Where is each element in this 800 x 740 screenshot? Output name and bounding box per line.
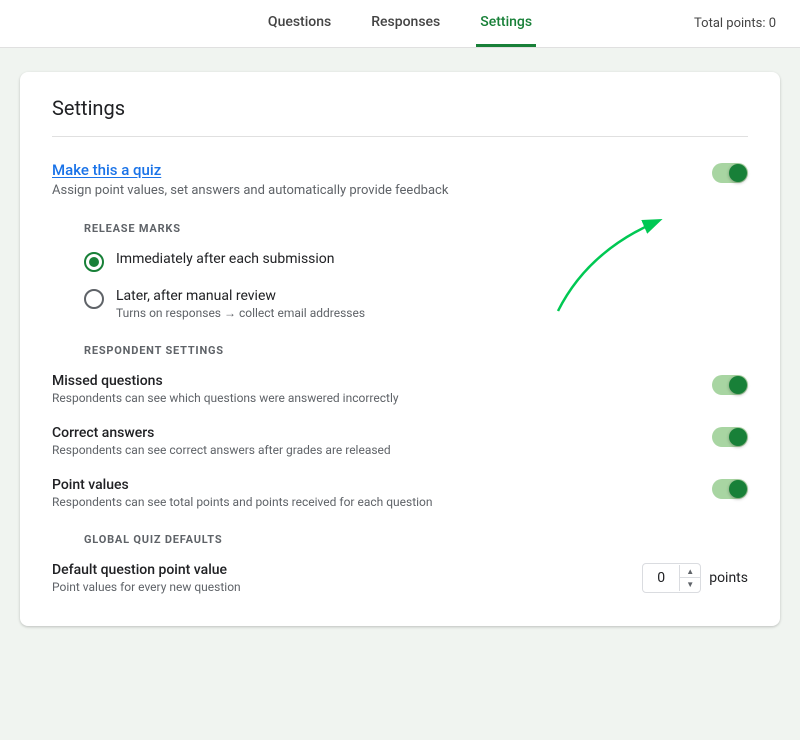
quiz-title[interactable]: Make this a quiz — [52, 161, 448, 179]
tab-questions[interactable]: Questions — [264, 0, 335, 47]
global-quiz-defaults-header: GLOBAL QUIZ DEFAULTS — [84, 533, 748, 546]
toggle-thumb-pointval — [729, 480, 747, 498]
respondent-settings-header: RESPONDENT SETTINGS — [84, 344, 748, 357]
default-point-value-left: Default question point value Point value… — [52, 562, 241, 594]
default-point-value-right: 0 ▲ ▼ points — [642, 563, 748, 593]
settings-card: Settings Make this a quiz Assign point v… — [20, 72, 780, 626]
setting-desc-missed-questions: Respondents can see which questions were… — [52, 391, 399, 405]
quiz-toggle-row: Make this a quiz Assign point values, se… — [52, 161, 748, 198]
toggle-correct-answers[interactable] — [712, 427, 748, 447]
setting-desc-correct-answers: Respondents can see correct answers afte… — [52, 443, 391, 457]
default-point-value-desc: Point values for every new question — [52, 580, 241, 594]
radio-label-text-immediately: Immediately after each submission — [116, 251, 335, 267]
setting-row-correct-answers: Correct answers Respondents can see corr… — [52, 425, 748, 457]
toggle-thumb — [729, 164, 747, 182]
setting-title-missed-questions: Missed questions — [52, 373, 399, 389]
radio-sublabel-later: Turns on responses → collect email addre… — [116, 306, 365, 320]
radio-btn-immediately[interactable] — [84, 252, 104, 272]
nav-tabs: Questions Responses Settings — [264, 0, 536, 47]
radio-label-text-later: Later, after manual review — [116, 288, 365, 304]
default-point-value-row: Default question point value Point value… — [52, 562, 748, 594]
toggle-missed-questions[interactable] — [712, 375, 748, 395]
page-title: Settings — [52, 96, 748, 120]
points-label: points — [709, 570, 748, 586]
setting-desc-point-values: Respondents can see total points and poi… — [52, 495, 433, 509]
point-stepper-wrapper: 0 ▲ ▼ — [642, 563, 701, 593]
stepper-arrows: ▲ ▼ — [679, 565, 700, 591]
radio-btn-later[interactable] — [84, 289, 104, 309]
tab-settings[interactable]: Settings — [476, 0, 536, 47]
point-stepper-value[interactable]: 0 — [643, 564, 679, 592]
setting-left-missed-questions: Missed questions Respondents can see whi… — [52, 373, 399, 405]
radio-label-immediately: Immediately after each submission — [116, 251, 335, 267]
setting-left-correct-answers: Correct answers Respondents can see corr… — [52, 425, 391, 457]
setting-row-point-values: Point values Respondents can see total p… — [52, 477, 748, 509]
quiz-toggle-switch[interactable] — [712, 163, 748, 183]
toggle-thumb-missed — [729, 376, 747, 394]
setting-title-point-values: Point values — [52, 477, 433, 493]
divider — [52, 136, 748, 137]
setting-title-correct-answers: Correct answers — [52, 425, 391, 441]
tab-responses[interactable]: Responses — [367, 0, 444, 47]
setting-left-point-values: Point values Respondents can see total p… — [52, 477, 433, 509]
radio-label-later: Later, after manual review Turns on resp… — [116, 288, 365, 320]
stepper-down-button[interactable]: ▼ — [680, 578, 700, 591]
top-navigation: Questions Responses Settings Total point… — [0, 0, 800, 48]
stepper-up-button[interactable]: ▲ — [680, 565, 700, 578]
setting-row-missed-questions: Missed questions Respondents can see whi… — [52, 373, 748, 405]
total-points-label: Total points: 0 — [694, 16, 776, 31]
default-point-value-title: Default question point value — [52, 562, 241, 578]
toggle-thumb-correct — [729, 428, 747, 446]
quiz-description: Assign point values, set answers and aut… — [52, 183, 448, 198]
annotation-arrow — [528, 191, 708, 331]
quiz-toggle-left: Make this a quiz Assign point values, se… — [52, 161, 448, 198]
toggle-point-values[interactable] — [712, 479, 748, 499]
